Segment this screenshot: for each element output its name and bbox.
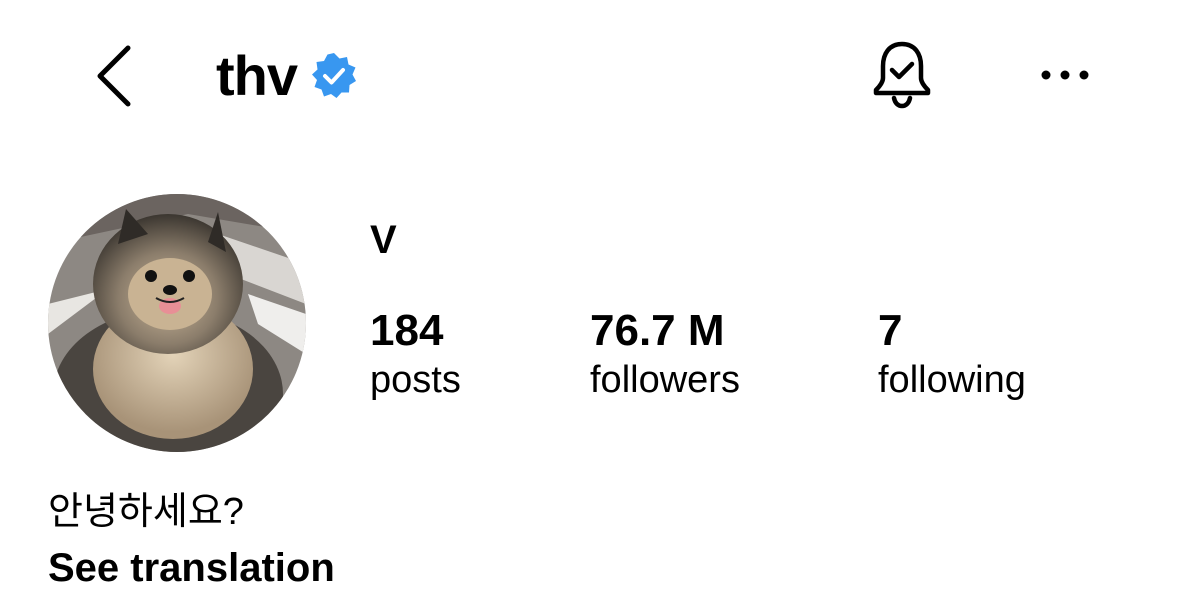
following-label: following bbox=[878, 358, 1026, 401]
more-horizontal-icon bbox=[1041, 70, 1089, 80]
stat-followers[interactable]: 76.7 M followers bbox=[590, 306, 740, 404]
profile-bio: 안녕하세요? bbox=[48, 491, 244, 533]
stat-following[interactable]: 7 following bbox=[878, 306, 1026, 404]
see-translation-link[interactable]: See translation bbox=[48, 546, 335, 590]
posts-count: 184 bbox=[370, 306, 444, 355]
followers-label: followers bbox=[590, 358, 740, 401]
stat-posts[interactable]: 184 posts bbox=[370, 306, 461, 404]
verified-badge-icon bbox=[309, 51, 359, 101]
profile-header: thv bbox=[216, 40, 359, 112]
notifications-button[interactable] bbox=[866, 36, 938, 114]
bell-check-icon bbox=[873, 41, 931, 109]
chevron-left-icon bbox=[97, 45, 131, 107]
followers-count: 76.7 M bbox=[590, 306, 725, 355]
posts-label: posts bbox=[370, 358, 461, 401]
more-options-button[interactable] bbox=[1030, 50, 1100, 100]
following-count: 7 bbox=[878, 306, 903, 355]
back-button[interactable] bbox=[88, 40, 140, 112]
avatar-image bbox=[48, 194, 306, 452]
username: thv bbox=[216, 44, 298, 107]
display-name: V bbox=[370, 218, 397, 262]
profile-avatar[interactable] bbox=[48, 194, 306, 452]
